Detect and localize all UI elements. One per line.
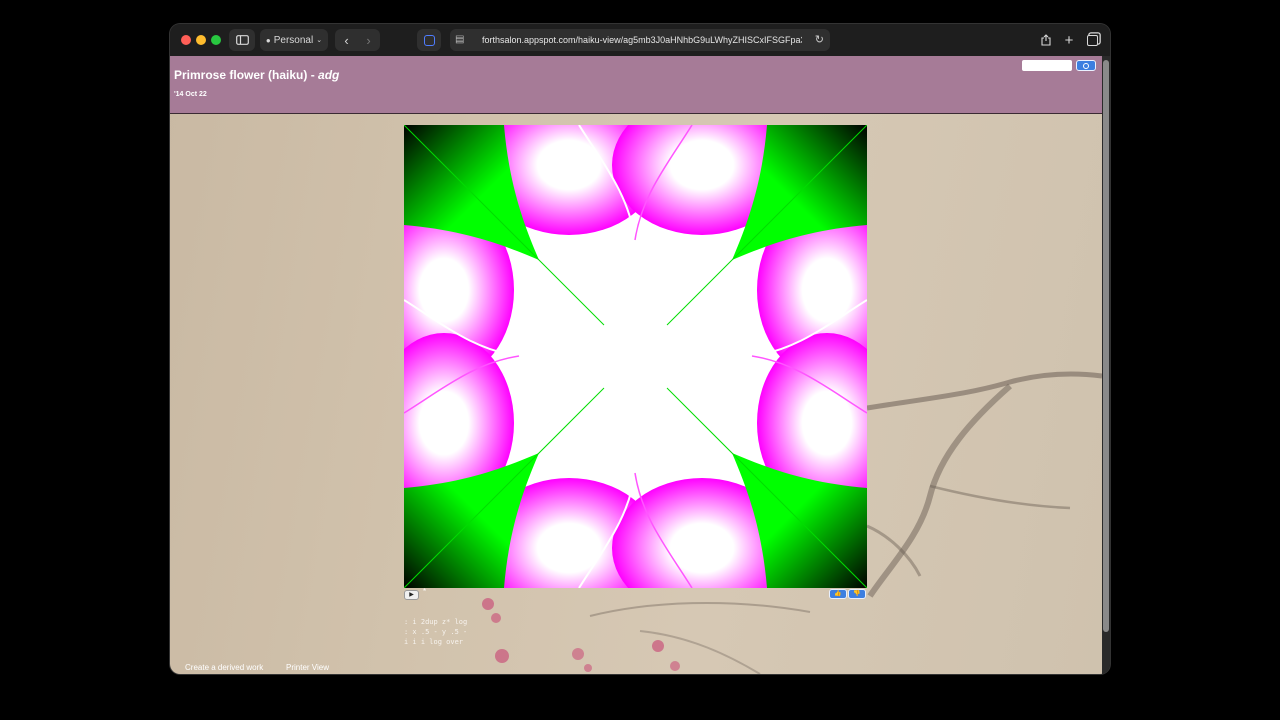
- code-line: : i 2dup z* log: [404, 618, 468, 626]
- vote-down-button[interactable]: 👎: [848, 589, 866, 599]
- haiku-code: : i 2dup z* log : x .5 - y .5 - i i i log …: [404, 617, 467, 647]
- haiku-title-text: Primrose flower (haiku) -: [174, 68, 319, 82]
- sidebar-toggle-button[interactable]: [229, 29, 255, 51]
- haiku-author[interactable]: adg: [318, 68, 339, 82]
- haiku-title: Primrose flower (haiku) - adg: [174, 68, 339, 82]
- vote-up-button[interactable]: 👍: [829, 589, 847, 599]
- page-settings-icon[interactable]: ▤: [455, 29, 464, 51]
- share-icon: [1041, 34, 1051, 46]
- back-arrow-icon[interactable]: ‹: [336, 33, 358, 48]
- profile-button[interactable]: ● Personal ⌄: [260, 29, 328, 51]
- person-icon: ●: [265, 35, 271, 45]
- plus-icon: +: [1064, 31, 1074, 49]
- sidebar-icon: [235, 35, 249, 45]
- search-icon: [1083, 62, 1089, 69]
- tab-overview-button[interactable]: [1082, 29, 1102, 51]
- search-input[interactable]: [1022, 60, 1072, 71]
- url-text: forthsalon.appspot.com/haiku-view/ag5mb3…: [482, 35, 802, 45]
- privacy-shield-button[interactable]: [417, 29, 441, 51]
- haiku-date: '14 Oct 22: [174, 91, 207, 98]
- browser-toolbar: ● Personal ⌄ ‹ › ▤ forthsalon.appspot.co…: [170, 24, 1110, 56]
- code-line: i i i log over: [404, 638, 464, 646]
- create-derived-work-link[interactable]: Create a derived work: [185, 663, 263, 672]
- browser-window: ● Personal ⌄ ‹ › ▤ forthsalon.appspot.co…: [170, 24, 1110, 674]
- web-page: Primrose flower (haiku) - adg '14 Oct 22: [170, 56, 1102, 674]
- search-button[interactable]: [1076, 60, 1096, 71]
- forward-arrow-icon[interactable]: ›: [358, 33, 380, 48]
- play-button[interactable]: ▶: [404, 590, 419, 600]
- minimize-window-button[interactable]: [196, 35, 206, 45]
- shield-icon: [423, 34, 435, 46]
- close-window-button[interactable]: [181, 35, 191, 45]
- profile-label: Personal: [273, 34, 314, 46]
- haiku-canvas[interactable]: [404, 125, 867, 588]
- printer-view-link[interactable]: Printer View: [286, 663, 329, 672]
- address-bar[interactable]: ▤ forthsalon.appspot.com/haiku-view/ag5m…: [450, 29, 830, 51]
- page-header: Primrose flower (haiku) - adg '14 Oct 22: [170, 56, 1102, 114]
- chevron-down-icon: ⌄: [316, 37, 323, 44]
- scrollbar-thumb[interactable]: [1103, 60, 1109, 632]
- code-line: : x .5 - y .5 -: [404, 628, 468, 636]
- zoom-window-button[interactable]: [211, 35, 221, 45]
- share-button[interactable]: [1036, 29, 1056, 51]
- tabs-icon: [1086, 34, 1098, 46]
- reload-icon[interactable]: ↻: [815, 29, 824, 51]
- page-scrollbar[interactable]: [1102, 56, 1110, 674]
- new-tab-button[interactable]: +: [1059, 29, 1079, 51]
- navigation-buttons: ‹ ›: [335, 29, 380, 51]
- status-marker: *: [423, 587, 427, 596]
